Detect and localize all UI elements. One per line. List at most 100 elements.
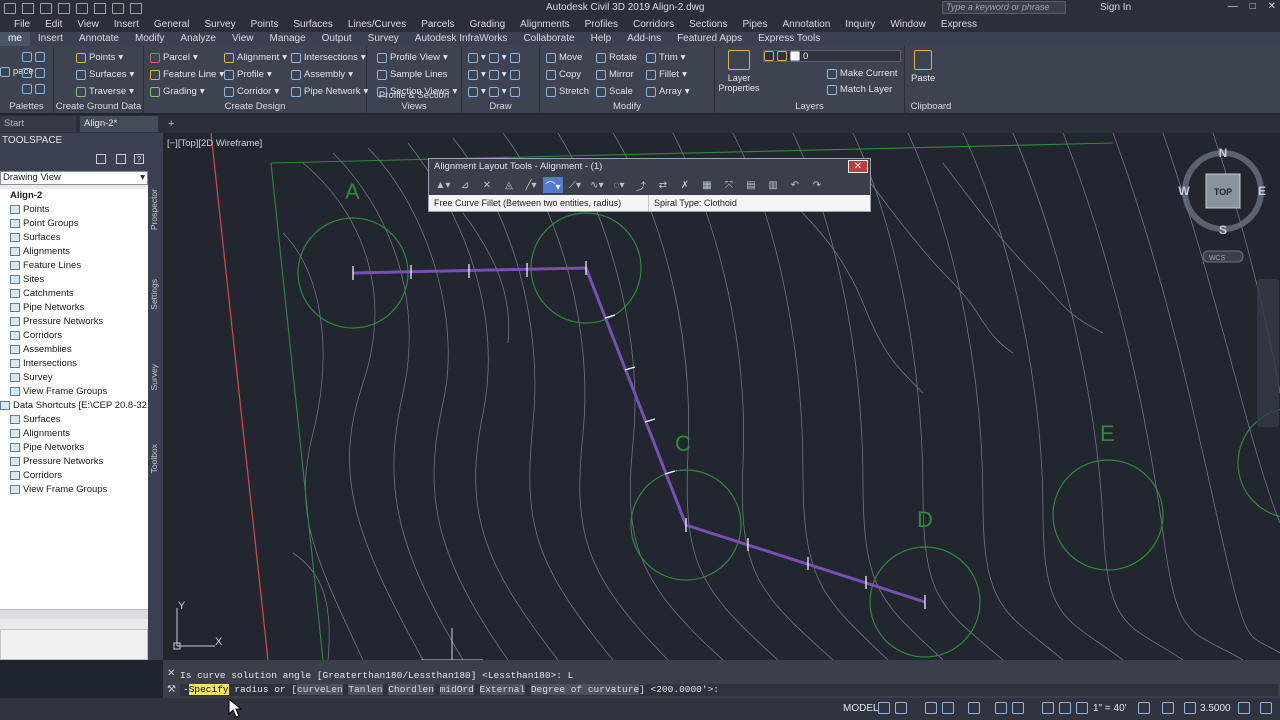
compass-w[interactable]: W xyxy=(1178,184,1190,198)
pipe-network-button[interactable]: Pipe Network ▾ xyxy=(291,86,368,97)
scale-button[interactable]: Scale xyxy=(596,86,633,97)
menu-survey[interactable]: Survey xyxy=(204,19,235,30)
stretch-button[interactable]: Stretch xyxy=(546,86,589,97)
tree-item-ds-view-frame-groups[interactable]: View Frame Groups xyxy=(10,484,107,495)
undo-icon[interactable]: ↶ xyxy=(785,177,805,193)
layer-properties-button[interactable]: Layer Properties xyxy=(718,50,760,93)
tab-collaborate[interactable]: Collaborate xyxy=(515,32,582,46)
annotation-visibility-icon[interactable] xyxy=(1042,702,1054,714)
menu-alignments[interactable]: Alignments xyxy=(520,19,569,30)
mirror-button[interactable]: Mirror xyxy=(596,69,634,80)
open-icon[interactable] xyxy=(22,2,34,14)
osnap-track-icon[interactable] xyxy=(995,702,1007,714)
option-midord[interactable]: midOrd xyxy=(439,684,474,695)
grid-icon[interactable] xyxy=(878,702,890,714)
tree-item-alignments[interactable]: Alignments xyxy=(10,246,70,257)
tab-start[interactable]: Start xyxy=(0,116,76,132)
menu-general[interactable]: General xyxy=(154,19,190,30)
sign-in-link[interactable]: Sign In xyxy=(1100,2,1131,13)
menu-insert[interactable]: Insert xyxy=(114,19,139,30)
tree-item-pressure-networks[interactable]: Pressure Networks xyxy=(10,316,103,327)
menu-lines-curves[interactable]: Lines/Curves xyxy=(348,19,406,30)
new-tab-icon[interactable]: + xyxy=(168,118,174,130)
delete-pi-icon[interactable]: ✕ xyxy=(477,177,497,193)
reverse-sub-entity-icon[interactable]: ⇄ xyxy=(653,177,673,193)
tab-survey[interactable]: Survey xyxy=(360,32,407,46)
menu-annotation[interactable]: Annotation xyxy=(782,19,830,30)
tab-align-2[interactable]: Align-2* xyxy=(80,116,158,132)
vtab-settings[interactable]: Settings xyxy=(149,279,159,310)
option-chordlen[interactable]: Chordlen xyxy=(388,684,434,695)
fillet-button[interactable]: Fillet ▾ xyxy=(646,69,687,80)
window-icon[interactable] xyxy=(1238,702,1250,714)
tree-item-align-2[interactable]: Align-2 xyxy=(10,190,42,201)
insert-pi-icon[interactable]: ⊿ xyxy=(455,177,475,193)
corridor-button[interactable]: Corridor ▾ xyxy=(224,86,279,97)
drawing-canvas[interactable]: A C D E Y X TOP N S W E WCS [−][Top][2D … xyxy=(163,133,1280,660)
layer-dropdown[interactable]: 0 xyxy=(763,50,901,62)
list-icon[interactable] xyxy=(116,154,126,164)
close-button[interactable]: ✕ xyxy=(1268,1,1276,12)
alignment-button[interactable]: Alignment ▾ xyxy=(224,52,287,63)
line-tool[interactable]: ▾ ▾ xyxy=(468,52,520,63)
spiral-tool-icon[interactable]: ◌▾ xyxy=(609,177,629,193)
tree-item-ds-pressure-networks[interactable]: Pressure Networks xyxy=(10,456,103,467)
copy-button[interactable]: Copy xyxy=(546,69,581,80)
vtab-survey[interactable]: Survey xyxy=(149,364,159,390)
tree-item-pipe-networks[interactable]: Pipe Networks xyxy=(10,302,84,313)
redo-icon[interactable]: ↷ xyxy=(807,177,827,193)
tab-infraworks[interactable]: Autodesk InfraWorks xyxy=(407,32,516,46)
annotation-scale-icon[interactable] xyxy=(1076,702,1088,714)
edit-best-fit-icon[interactable]: ▦ xyxy=(697,177,717,193)
tree-item-corridors[interactable]: Corridors xyxy=(10,330,62,341)
tab-analyze[interactable]: Analyze xyxy=(172,32,224,46)
compass-n[interactable]: N xyxy=(1219,146,1228,160)
new-icon[interactable] xyxy=(4,2,16,14)
layers-panel-title[interactable]: Layers xyxy=(715,101,904,112)
tab-addins[interactable]: Add-ins xyxy=(619,32,669,46)
tab-annotate[interactable]: Annotate xyxy=(71,32,127,46)
option-curvelen[interactable]: curveLen xyxy=(297,684,343,695)
compass-s[interactable]: S xyxy=(1219,223,1227,237)
tree-item-ds-corridors[interactable]: Corridors xyxy=(10,470,62,481)
menu-sections[interactable]: Sections xyxy=(689,19,727,30)
match-layer-button[interactable]: Match Layer xyxy=(827,84,892,95)
tree-icon[interactable] xyxy=(96,154,106,164)
pi-tangent-icon[interactable]: ▲▾ xyxy=(433,177,453,193)
points-button[interactable]: Points ▾ xyxy=(76,52,123,63)
view-dropdown[interactable]: Drawing View ▾ xyxy=(0,171,148,185)
wrench-icon[interactable]: ⚒ xyxy=(167,684,176,695)
palette-grid-button[interactable] xyxy=(22,52,45,62)
viewcube[interactable]: TOP N S W E WCS xyxy=(1178,146,1266,263)
line-tool-icon[interactable]: ╱▾ xyxy=(521,177,541,193)
viewport-controls-label[interactable]: [−][Top][2D Wireframe] xyxy=(167,138,262,149)
tab-output[interactable]: Output xyxy=(314,32,360,46)
line-spiral-icon[interactable]: ⟋▾ xyxy=(565,177,585,193)
snap-icon[interactable] xyxy=(895,702,907,714)
menu-corridors[interactable]: Corridors xyxy=(633,19,674,30)
menu-window[interactable]: Window xyxy=(890,19,926,30)
menu-points[interactable]: Points xyxy=(251,19,279,30)
alignment-tools-close-button[interactable]: ✕ xyxy=(848,160,868,173)
convert-line-icon[interactable]: ⤴ xyxy=(631,177,651,193)
tree-item-view-frame-groups[interactable]: View Frame Groups xyxy=(10,386,107,397)
tab-manage[interactable]: Manage xyxy=(262,32,314,46)
move-button[interactable]: Move xyxy=(546,52,582,63)
vtab-prospector[interactable]: Prospector xyxy=(149,189,159,230)
tab-home[interactable]: me xyxy=(0,32,30,46)
menu-view[interactable]: View xyxy=(77,19,99,30)
tree-item-surfaces[interactable]: Surfaces xyxy=(10,232,61,243)
alignment-grid-view-icon[interactable]: ▥ xyxy=(763,177,783,193)
tab-modify[interactable]: Modify xyxy=(127,32,172,46)
menu-file[interactable]: File xyxy=(14,19,30,30)
maximize-button[interactable]: □ xyxy=(1250,1,1256,12)
osnap-icon[interactable] xyxy=(1012,702,1024,714)
curve-tool-icon[interactable]: ⌒▾ xyxy=(543,177,563,193)
surfaces-button[interactable]: Surfaces ▾ xyxy=(76,69,134,80)
sub-entity-editor-icon[interactable]: ▤ xyxy=(741,177,761,193)
redo-icon[interactable] xyxy=(112,2,124,14)
spline-tool[interactable]: ▾ ▾ xyxy=(468,86,520,97)
tree-item-assemblies[interactable]: Assemblies xyxy=(10,344,72,355)
paste-button[interactable]: Paste xyxy=(911,50,935,84)
tree-item-survey[interactable]: Survey xyxy=(10,372,53,383)
